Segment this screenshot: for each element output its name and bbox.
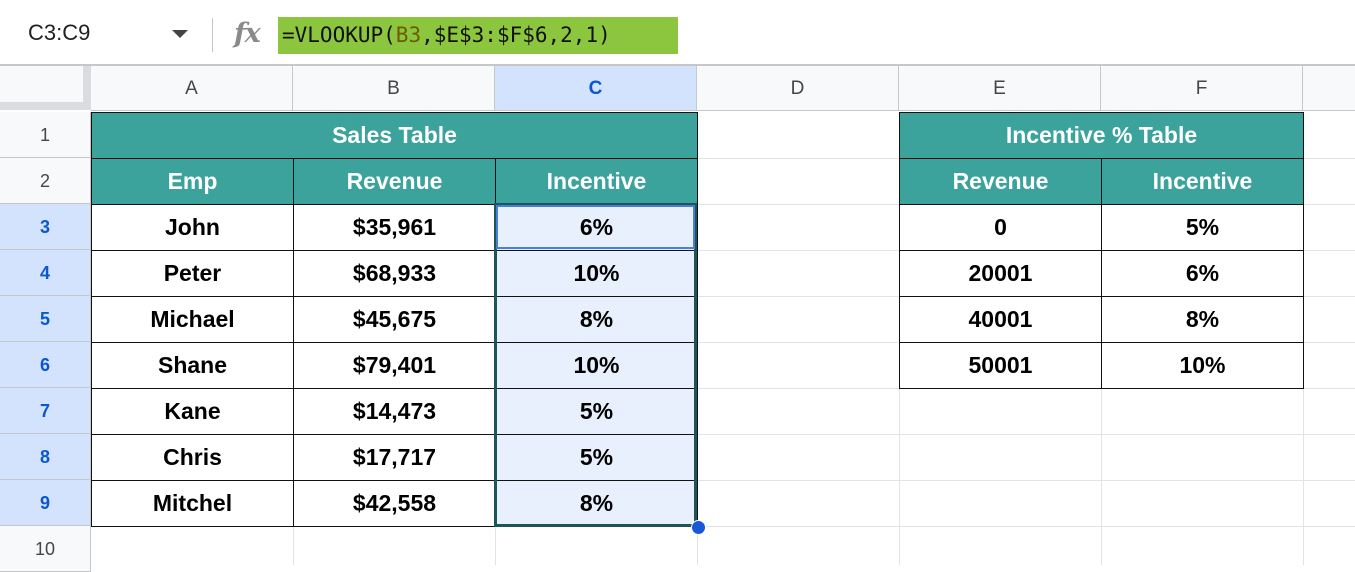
column-header-b[interactable]: B: [293, 66, 495, 111]
sales-table-cell[interactable]: $68,933: [293, 250, 496, 297]
incentive-table-cell[interactable]: 6%: [1101, 250, 1304, 297]
incentive-table-cell[interactable]: 5%: [1101, 204, 1304, 251]
row-header-2[interactable]: 2: [0, 158, 91, 204]
incentive-table-cell[interactable]: 10%: [1101, 342, 1304, 389]
column-header-c[interactable]: C: [495, 66, 697, 111]
sales-table-cell[interactable]: $35,961: [293, 204, 496, 251]
sales-table-cell[interactable]: $17,717: [293, 434, 496, 481]
incentive-table-cell[interactable]: 0: [899, 204, 1102, 251]
sales-table-cell[interactable]: 10%: [495, 250, 698, 297]
column-header-g[interactable]: [1303, 66, 1355, 111]
sales-table-cell[interactable]: $14,473: [293, 388, 496, 435]
sales-table-cell[interactable]: 8%: [495, 480, 698, 527]
sales-table-header-cell[interactable]: Incentive: [495, 158, 698, 205]
sales-table-header-cell[interactable]: Emp: [91, 158, 294, 205]
incentive-table-cell[interactable]: 8%: [1101, 296, 1304, 343]
column-header-a[interactable]: A: [91, 66, 293, 111]
sales-table-title[interactable]: Sales Table: [91, 112, 698, 159]
row-header-6[interactable]: 6: [0, 342, 91, 388]
sales-table-cell[interactable]: $79,401: [293, 342, 496, 389]
row-header-10[interactable]: 10: [0, 526, 91, 572]
row-header-4[interactable]: 4: [0, 250, 91, 296]
sales-table-cell[interactable]: $45,675: [293, 296, 496, 343]
row-header-5[interactable]: 5: [0, 296, 91, 342]
sales-table-cell[interactable]: Mitchel: [91, 480, 294, 527]
select-all-corner[interactable]: [0, 66, 91, 110]
name-box[interactable]: C3:C9: [28, 20, 90, 46]
column-header-d[interactable]: D: [697, 66, 899, 111]
fill-handle[interactable]: [691, 520, 706, 535]
formula-reference: B3: [395, 23, 422, 47]
formula-suffix: ,$E$3:$F$6,2,1): [421, 23, 611, 47]
sales-table-cell[interactable]: 6%: [495, 204, 698, 251]
sales-table-cell[interactable]: 10%: [495, 342, 698, 389]
sales-table-cell[interactable]: Shane: [91, 342, 294, 389]
incentive-table-cell[interactable]: 50001: [899, 342, 1102, 389]
sales-table-cell[interactable]: Chris: [91, 434, 294, 481]
formula-input[interactable]: =VLOOKUP(B3,$E$3:$F$6,2,1): [278, 17, 678, 54]
column-header-f[interactable]: F: [1101, 66, 1303, 111]
sales-table-header-cell[interactable]: Revenue: [293, 158, 496, 205]
row-header-3[interactable]: 3: [0, 204, 91, 250]
sales-table-cell[interactable]: Peter: [91, 250, 294, 297]
incentive-table-title[interactable]: Incentive % Table: [899, 112, 1304, 159]
name-box-dropdown-icon[interactable]: [172, 30, 188, 38]
incentive-table-cell[interactable]: 40001: [899, 296, 1102, 343]
formula-bar-divider: [212, 18, 213, 52]
row-header-7[interactable]: 7: [0, 388, 91, 434]
sales-table-cell[interactable]: Michael: [91, 296, 294, 343]
row-header-1[interactable]: 1: [0, 112, 91, 158]
sales-table-cell[interactable]: $42,558: [293, 480, 496, 527]
column-header-e[interactable]: E: [899, 66, 1101, 111]
sales-table-cell[interactable]: Kane: [91, 388, 294, 435]
fx-icon: fx: [234, 18, 261, 49]
sales-table-cell[interactable]: 8%: [495, 296, 698, 343]
sales-table-cell[interactable]: 5%: [495, 388, 698, 435]
incentive-table-header-cell[interactable]: Incentive: [1101, 158, 1304, 205]
formula-bar: C3:C9 fx =VLOOKUP(B3,$E$3:$F$6,2,1): [0, 0, 1355, 65]
incentive-table-header-cell[interactable]: Revenue: [899, 158, 1102, 205]
sales-table-cell[interactable]: John: [91, 204, 294, 251]
incentive-table-cell[interactable]: 20001: [899, 250, 1102, 297]
row-header-8[interactable]: 8: [0, 434, 91, 480]
row-header-9[interactable]: 9: [0, 480, 91, 526]
formula-prefix: =VLOOKUP(: [282, 23, 396, 47]
sales-table-cell[interactable]: 5%: [495, 434, 698, 481]
